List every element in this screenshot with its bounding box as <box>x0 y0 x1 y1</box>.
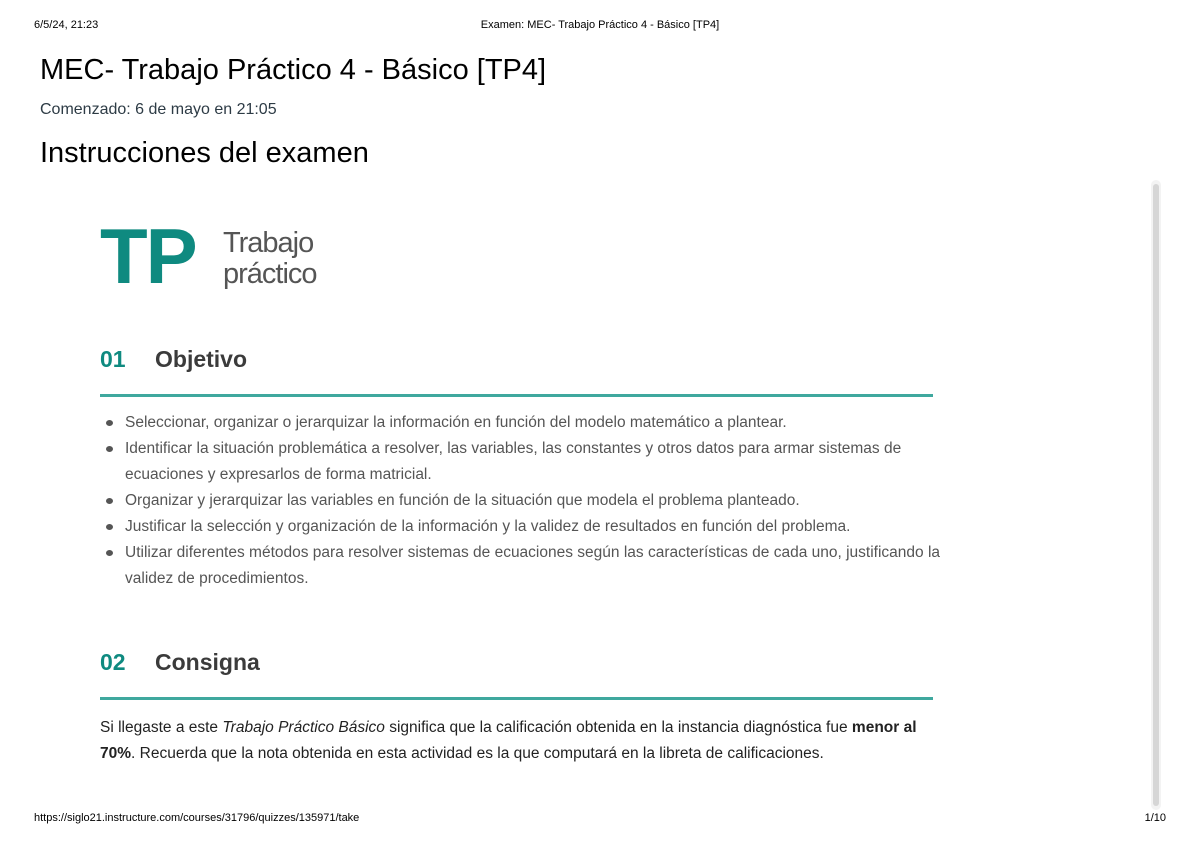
section-number: 01 <box>100 346 126 372</box>
tp-logo-mark: TP <box>100 212 198 300</box>
quiz-started-text: Comenzado: 6 de mayo en 21:05 <box>40 101 277 118</box>
section-consigna-header: 02 Consigna <box>100 649 933 705</box>
tp-logo-word: Trabajo práctico <box>223 227 318 290</box>
print-header: 6/5/24, 21:23 Examen: MEC- Trabajo Práct… <box>34 19 1166 35</box>
tp-logo-word-line1: Trabajo <box>223 227 314 259</box>
scrollbar-thumb[interactable] <box>1153 184 1159 806</box>
list-item: Identificar la situación problemática a … <box>106 436 945 488</box>
section-title: Consigna <box>155 649 260 675</box>
instructions-scrollbar[interactable] <box>1151 180 1161 810</box>
print-url: https://siglo21.instructure.com/courses/… <box>34 812 360 824</box>
consigna-text-3: . Recuerda que la nota obtenida en esta … <box>131 745 824 762</box>
list-item: Organizar y jerarquizar las variables en… <box>106 488 945 514</box>
section-objetivo-header: 01 Objetivo <box>100 346 933 402</box>
print-document-title: Examen: MEC- Trabajo Práctico 4 - Básico… <box>480 19 720 31</box>
consigna-text-italic: Trabajo Práctico Básico <box>222 719 385 736</box>
list-item: Utilizar diferentes métodos para resolve… <box>106 540 945 592</box>
section-title: Objetivo <box>155 346 248 372</box>
list-item: Seleccionar, organizar o jerarquizar la … <box>106 410 945 436</box>
list-item: Justificar la selección y organización d… <box>106 514 945 540</box>
instructions-heading: Instrucciones del examen <box>40 137 369 169</box>
consigna-paragraph: Si llegaste a este Trabajo Práctico Bási… <box>100 715 940 767</box>
quiz-title: MEC- Trabajo Práctico 4 - Básico [TP4] <box>40 54 547 86</box>
consigna-text-1: Si llegaste a este <box>100 719 223 736</box>
section-divider <box>100 394 933 397</box>
consigna-text-2: significa que la calificación obtenida e… <box>384 719 852 736</box>
section-divider <box>100 697 933 700</box>
objectives-list: Seleccionar, organizar o jerarquizar la … <box>100 410 945 592</box>
section-number: 02 <box>100 649 126 675</box>
print-page-number: 1/10 <box>1144 812 1166 824</box>
tp-logo-word-line2: práctico <box>223 258 318 290</box>
print-footer: https://siglo21.instructure.com/courses/… <box>34 812 1166 828</box>
